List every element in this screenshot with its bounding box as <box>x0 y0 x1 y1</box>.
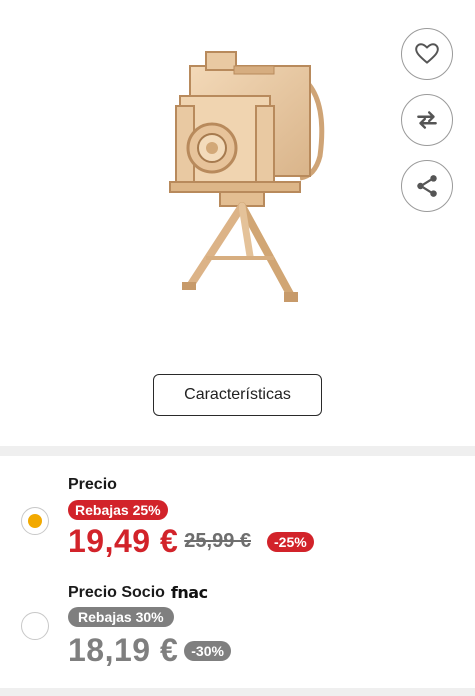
section-divider <box>0 446 475 456</box>
member-price: 18,19 € <box>68 632 179 668</box>
price-row: 19,49 € 25,99 € -25% <box>68 523 314 560</box>
swap-arrows-icon <box>417 111 437 129</box>
heart-icon <box>415 43 439 64</box>
discount-badge: -25% <box>267 531 314 552</box>
price-option-standard[interactable]: Precio Rebajas 25% 19,49 € 25,99 € -25% <box>0 470 475 570</box>
price-row: 18,19 € -30% <box>68 632 231 669</box>
product-gallery: Características <box>0 0 475 446</box>
compare-button[interactable] <box>401 94 453 146</box>
price-option-member[interactable]: Precio Socio fnac Rebajas 30% 18,19 € -3… <box>0 578 475 678</box>
section-divider <box>0 688 475 696</box>
member-price-label: Precio Socio fnac <box>68 583 208 602</box>
price-radio-member[interactable] <box>21 612 49 640</box>
fnac-logo: fnac <box>170 583 208 602</box>
discount-badge: -30% <box>184 640 231 661</box>
price-radio-standard[interactable] <box>21 507 49 535</box>
old-price: 25,99 € <box>184 530 251 552</box>
price-option-label: Precio Socio <box>68 583 165 601</box>
radio-selected-dot <box>28 514 42 528</box>
price-option-label: Precio <box>68 476 117 493</box>
product-image[interactable] <box>150 36 340 316</box>
share-icon <box>417 175 437 197</box>
features-button[interactable]: Características <box>153 374 322 416</box>
current-price: 19,49 € <box>68 523 179 559</box>
share-button[interactable] <box>401 160 453 212</box>
sale-badge: Rebajas 30% <box>68 607 174 627</box>
sale-badge: Rebajas 25% <box>68 500 168 520</box>
favorite-button[interactable] <box>401 28 453 80</box>
